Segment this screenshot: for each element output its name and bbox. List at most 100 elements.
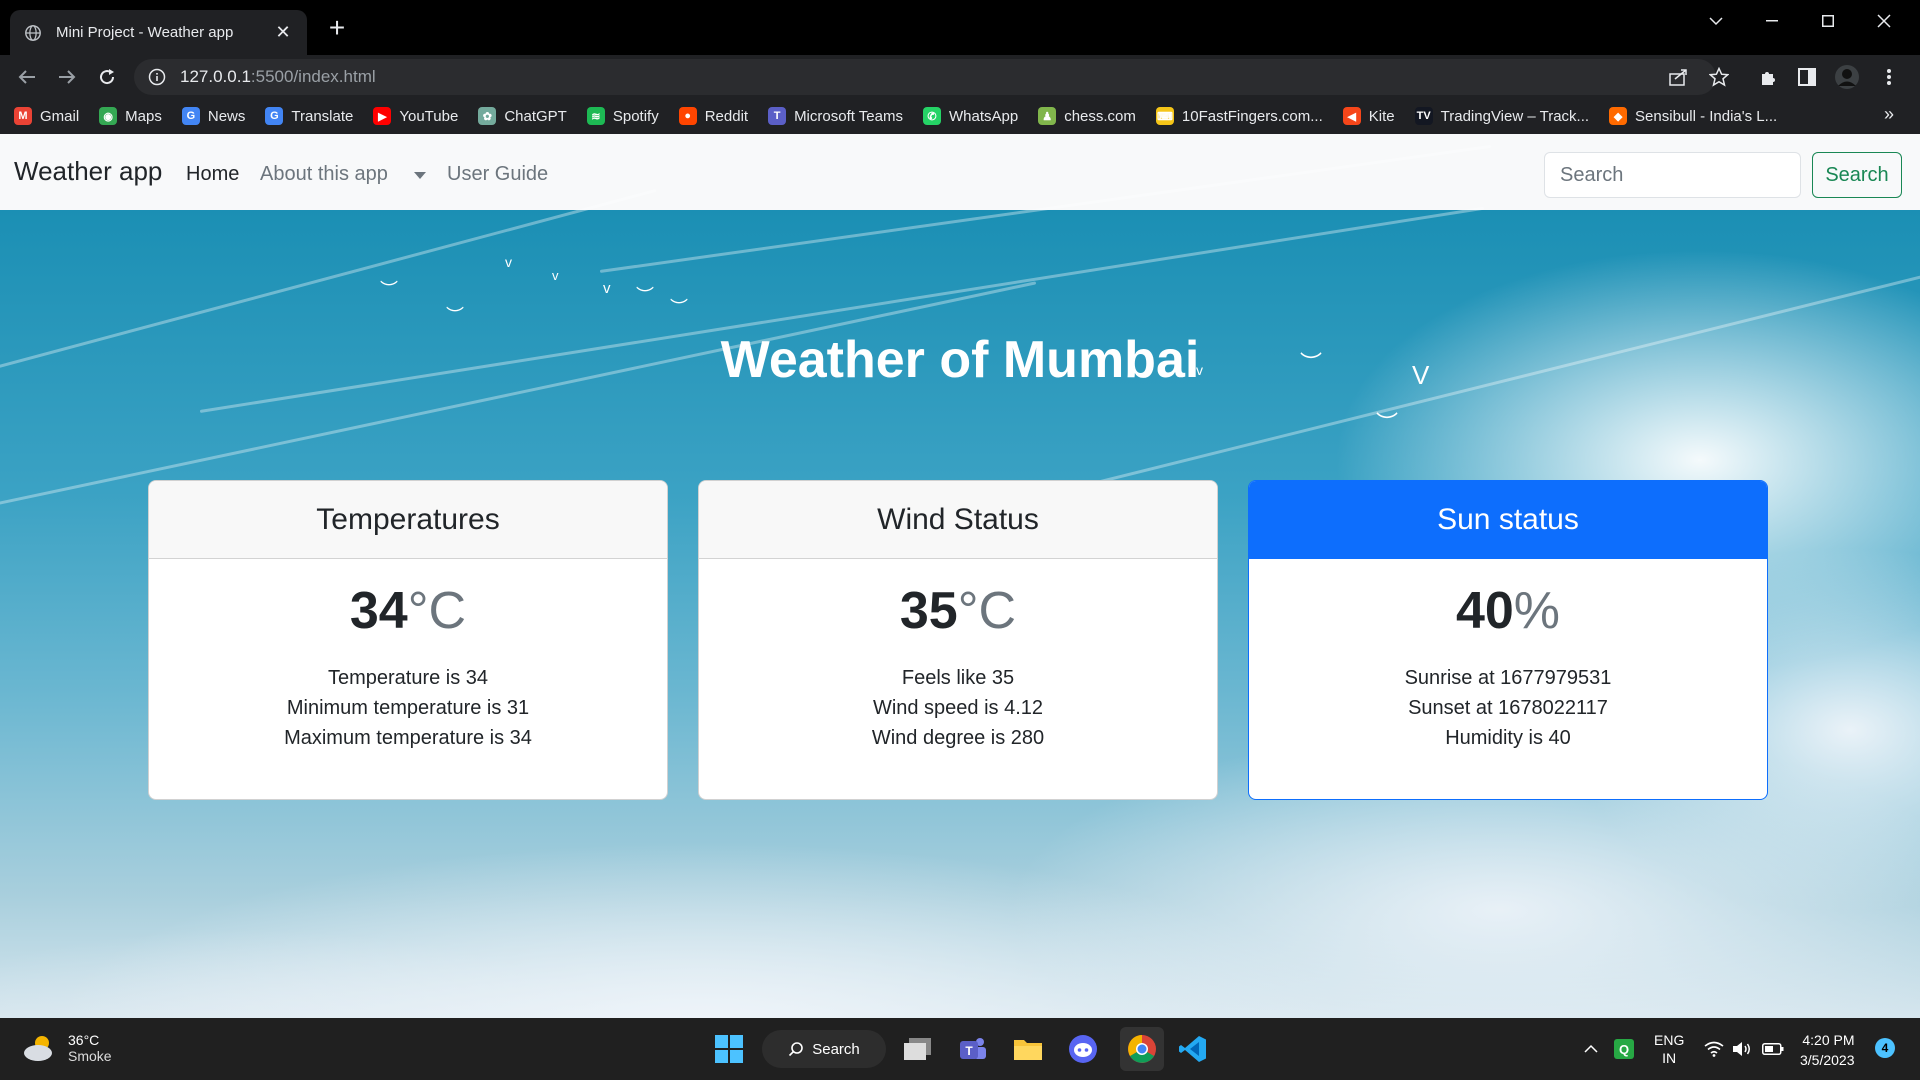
url-path: :5500/index.html bbox=[250, 67, 376, 86]
bookmark-reddit[interactable]: ● Reddit bbox=[678, 107, 749, 125]
bookmark-label: YouTube bbox=[399, 107, 459, 125]
more-vert-icon[interactable] bbox=[1876, 64, 1902, 90]
discord-icon[interactable] bbox=[1065, 1031, 1101, 1067]
gmail-icon: M bbox=[14, 107, 32, 125]
news-icon: G bbox=[181, 107, 200, 125]
bookmark-kite[interactable]: ◀ Kite bbox=[1342, 107, 1395, 125]
bookmark-label: Sensibull - India's L... bbox=[1635, 107, 1778, 125]
card-detail-line: Wind degree is 280 bbox=[871, 727, 1045, 749]
window-close-icon[interactable] bbox=[1856, 0, 1912, 42]
minimize-icon[interactable] bbox=[1744, 0, 1800, 42]
weather-widget[interactable]: 36°C Smoke bbox=[22, 1032, 112, 1064]
bookmark-chess-com[interactable]: ♟ chess.com bbox=[1038, 107, 1136, 125]
bird-icon: ︶ bbox=[636, 286, 654, 306]
bookmark-news[interactable]: G News bbox=[181, 107, 245, 125]
browser-toolbar: 127.0.0.1:5500/index.html bbox=[0, 55, 1920, 98]
bookmark-chatgpt[interactable]: ✿ ChatGPT bbox=[478, 107, 567, 125]
page-title: Weather of Mumbai bbox=[720, 331, 1200, 389]
quick-heal-icon[interactable]: Q bbox=[1614, 1018, 1634, 1080]
bookmark-sensibull-india-s-l[interactable]: ◆ Sensibull - India's L... bbox=[1609, 107, 1777, 125]
bookmark-label: WhatsApp bbox=[948, 107, 1019, 125]
profile-avatar[interactable] bbox=[1834, 64, 1860, 90]
system-clock[interactable]: 4:20 PM 3/5/2023 bbox=[1800, 1030, 1855, 1070]
bird-icon: ︶ bbox=[1376, 411, 1399, 436]
bookmark-label: Gmail bbox=[40, 107, 80, 125]
dropdown-caret-icon[interactable] bbox=[414, 172, 426, 179]
vscode-icon[interactable] bbox=[1175, 1031, 1211, 1067]
site-info-icon[interactable] bbox=[148, 68, 166, 86]
address-bar[interactable]: 127.0.0.1:5500/index.html bbox=[134, 59, 1716, 95]
chatgpt-icon: ✿ bbox=[478, 107, 497, 125]
bookmark-tradingview-track[interactable]: TV TradingView – Track... bbox=[1414, 107, 1590, 125]
bookmark-label: 10FastFingers.com... bbox=[1181, 107, 1323, 125]
volume-icon[interactable] bbox=[1732, 1018, 1752, 1080]
windows-start-icon[interactable] bbox=[711, 1031, 747, 1067]
bird-icon: v bbox=[505, 254, 512, 270]
globe-icon bbox=[25, 24, 41, 41]
wifi-icon[interactable] bbox=[1704, 1018, 1724, 1080]
bookmark-10fastfingers-com[interactable]: ⌨ 10FastFingers.com... bbox=[1155, 107, 1323, 125]
sun-status-card: Sun status 40% Sunrise at 1677979531 Sun… bbox=[1248, 480, 1768, 800]
tray-overflow-icon[interactable] bbox=[1584, 1018, 1598, 1080]
forward-arrow-icon[interactable] bbox=[52, 62, 82, 92]
nav-about-link[interactable]: About this app bbox=[260, 163, 388, 186]
notification-badge[interactable]: 4 bbox=[1875, 1038, 1895, 1058]
bookmark-label: Spotify bbox=[612, 107, 659, 125]
bookmark-label: Microsoft Teams bbox=[794, 107, 903, 125]
bird-icon: ︶ bbox=[670, 298, 688, 318]
task-view-icon[interactable] bbox=[900, 1031, 936, 1067]
nav-user-guide-link[interactable]: User Guide bbox=[447, 163, 548, 186]
search-input[interactable] bbox=[1544, 152, 1801, 198]
chrome-icon[interactable] bbox=[1120, 1027, 1164, 1071]
search-icon bbox=[789, 1042, 804, 1057]
side-panel-icon[interactable] bbox=[1794, 64, 1820, 90]
bookmark-translate[interactable]: G Translate bbox=[265, 107, 353, 125]
hero-background: ︶ ︶ v v v ︶ ︶ ︶ v V ︶ Weather of Mumbai … bbox=[0, 144, 1920, 1018]
navbar-brand[interactable]: Weather app bbox=[14, 156, 162, 187]
youtube-icon: ▶ bbox=[373, 107, 392, 125]
reload-icon[interactable] bbox=[92, 62, 122, 92]
bird-icon: v bbox=[552, 268, 559, 283]
card-header: Temperatures bbox=[149, 481, 667, 559]
url-host: 127.0.0.1 bbox=[180, 67, 251, 86]
language-indicator[interactable]: ENG IN bbox=[1654, 1018, 1684, 1080]
svg-text:Q: Q bbox=[1619, 1042, 1629, 1057]
bookmark-microsoft-teams[interactable]: T Microsoft Teams bbox=[768, 107, 903, 125]
search-button[interactable]: Search bbox=[1812, 152, 1902, 198]
bookmark-spotify[interactable]: ≋ Spotify bbox=[586, 107, 659, 125]
card-main-value: 34°C bbox=[349, 582, 467, 640]
close-icon[interactable]: ✕ bbox=[273, 22, 293, 43]
bookmark-label: chess.com bbox=[1064, 107, 1136, 125]
clock-date: 3/5/2023 bbox=[1800, 1052, 1855, 1068]
chevron-down-icon[interactable] bbox=[1688, 0, 1744, 42]
taskbar-search-button[interactable]: Search bbox=[762, 1030, 886, 1068]
bookmark-label: Reddit bbox=[704, 107, 749, 125]
new-tab-button[interactable]: + bbox=[322, 14, 352, 42]
back-arrow-icon[interactable] bbox=[12, 62, 42, 92]
weather-temp: 36°C bbox=[68, 1032, 100, 1048]
bookmark-maps[interactable]: ◉ Maps bbox=[99, 107, 162, 125]
teams-icon: T bbox=[768, 107, 787, 125]
star-icon[interactable] bbox=[1706, 64, 1732, 90]
bookmark-label: TradingView – Track... bbox=[1440, 107, 1590, 125]
bookmark-gmail[interactable]: M Gmail bbox=[14, 107, 79, 125]
sky-streak bbox=[0, 281, 1037, 513]
bookmarks-overflow-icon[interactable]: » bbox=[1884, 104, 1894, 125]
whatsapp-icon: ✆ bbox=[922, 107, 941, 125]
extensions-icon[interactable] bbox=[1756, 64, 1782, 90]
file-explorer-icon[interactable] bbox=[1010, 1031, 1046, 1067]
battery-icon[interactable] bbox=[1762, 1018, 1784, 1080]
bookmark-youtube[interactable]: ▶ YouTube bbox=[373, 107, 458, 125]
bookmark-whatsapp[interactable]: ✆ WhatsApp bbox=[922, 107, 1019, 125]
svg-text:T: T bbox=[965, 1044, 973, 1058]
translate-icon: G bbox=[265, 107, 284, 125]
chess-icon: ♟ bbox=[1038, 107, 1057, 125]
browser-tab[interactable]: Mini Project - Weather app ✕ bbox=[10, 10, 307, 55]
nav-home-link[interactable]: Home bbox=[186, 163, 239, 186]
card-header: Wind Status bbox=[699, 481, 1217, 559]
maximize-icon[interactable] bbox=[1800, 0, 1856, 42]
share-icon[interactable] bbox=[1666, 64, 1692, 90]
teams-icon[interactable]: T bbox=[955, 1031, 991, 1067]
clock-time: 4:20 PM bbox=[1802, 1032, 1855, 1048]
kite-icon: ◀ bbox=[1342, 107, 1361, 125]
